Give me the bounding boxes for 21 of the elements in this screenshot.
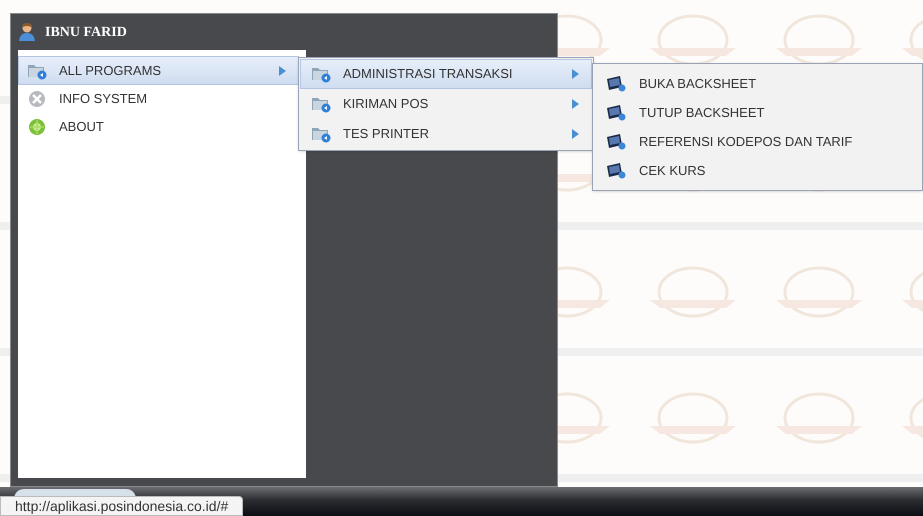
menu-item[interactable]: ALL PROGRAMS xyxy=(18,56,299,85)
menu-item[interactable]: BUKA BACKSHEET xyxy=(594,69,921,98)
folder-icon xyxy=(311,95,331,113)
monitor-icon xyxy=(605,162,627,180)
menu-item[interactable]: ABOUT xyxy=(18,112,299,141)
folder-icon xyxy=(311,65,331,83)
menu-item[interactable]: TES PRINTER xyxy=(300,119,592,149)
flower-icon xyxy=(27,118,47,136)
url-tooltip: http://aplikasi.posindonesia.co.id/# xyxy=(0,496,244,516)
menu-item[interactable]: CEK KURS xyxy=(594,156,921,185)
monitor-icon xyxy=(605,104,627,122)
folder-icon xyxy=(311,125,331,143)
menu-item[interactable]: ADMINISTRASI TRANSAKSI xyxy=(300,59,592,89)
user-icon xyxy=(17,22,37,42)
menu-item[interactable]: REFERENSI KODEPOS DAN TARIF xyxy=(594,127,921,156)
menu-item[interactable]: INFO SYSTEM xyxy=(18,84,299,113)
menu-item[interactable]: KIRIMAN POS xyxy=(300,89,592,119)
user-name: IBNU FARID xyxy=(45,24,127,42)
menu-item[interactable]: TUTUP BACKSHEET xyxy=(594,98,921,127)
monitor-icon xyxy=(605,74,627,92)
monitor-icon xyxy=(605,132,627,150)
